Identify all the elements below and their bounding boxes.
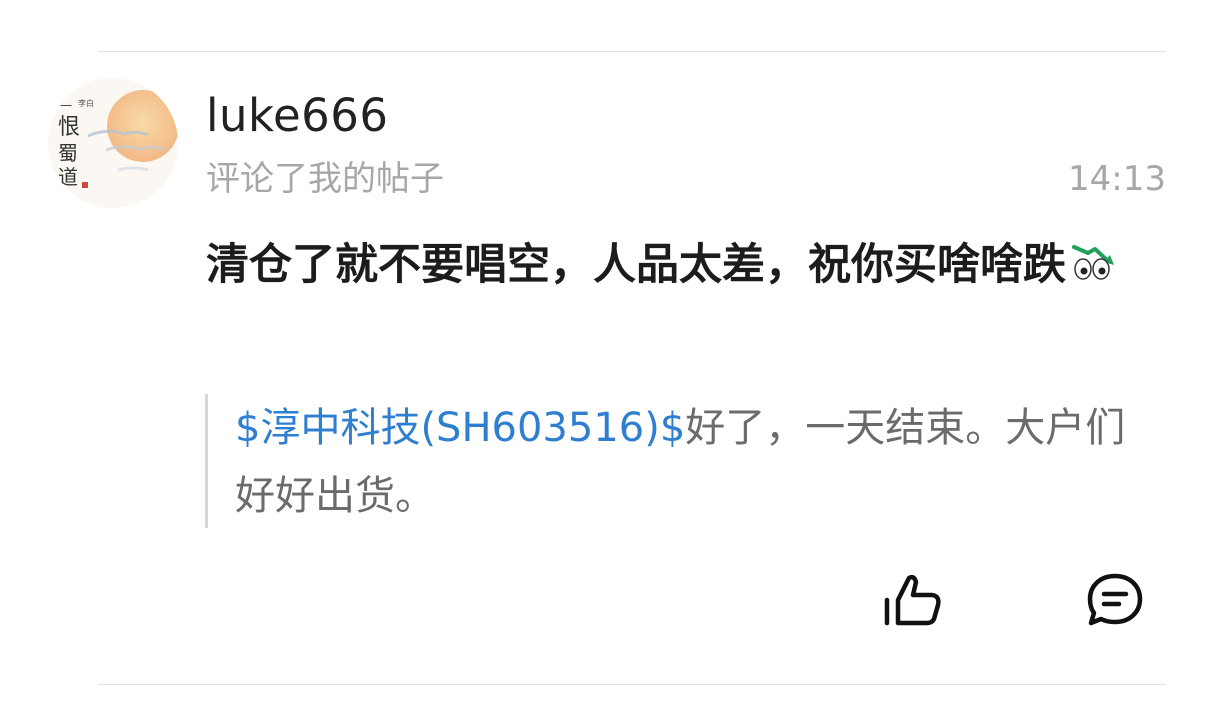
quoted-post[interactable]: $淳中科技(SH603516)$好了，一天结束。大户们好好出货。	[205, 394, 1158, 528]
timestamp: 14:13	[1068, 159, 1166, 199]
reply-button[interactable]	[1084, 570, 1146, 630]
avatar-image: 一 恨 蜀 道 李白	[48, 78, 178, 208]
comment-action-text: 评论了我的帖子	[206, 159, 444, 199]
bottom-divider	[98, 684, 1166, 685]
comment-text: 清仓了就不要唱空，人品太差，祝你买啥啥跌	[206, 240, 1066, 290]
falling-stock-eyes-emoji-icon	[1070, 234, 1116, 280]
svg-text:一: 一	[60, 99, 72, 113]
quoted-post-text: $淳中科技(SH603516)$好了，一天结束。大户们好好出货。	[235, 394, 1150, 530]
svg-text:蜀: 蜀	[58, 141, 78, 165]
thumbs-up-icon	[884, 574, 941, 626]
like-button[interactable]	[880, 570, 946, 630]
svg-text:李白: 李白	[78, 98, 94, 108]
username[interactable]: luke666	[206, 88, 389, 144]
avatar[interactable]: 一 恨 蜀 道 李白	[48, 78, 178, 208]
comment-icon	[1087, 573, 1143, 626]
top-divider	[98, 51, 1166, 52]
svg-text:道: 道	[58, 165, 78, 189]
comment-body: 清仓了就不要唱空，人品太差，祝你买啥啥跌	[206, 232, 1166, 298]
stock-link[interactable]: $淳中科技(SH603516)$	[235, 405, 685, 451]
svg-text:恨: 恨	[58, 115, 80, 140]
